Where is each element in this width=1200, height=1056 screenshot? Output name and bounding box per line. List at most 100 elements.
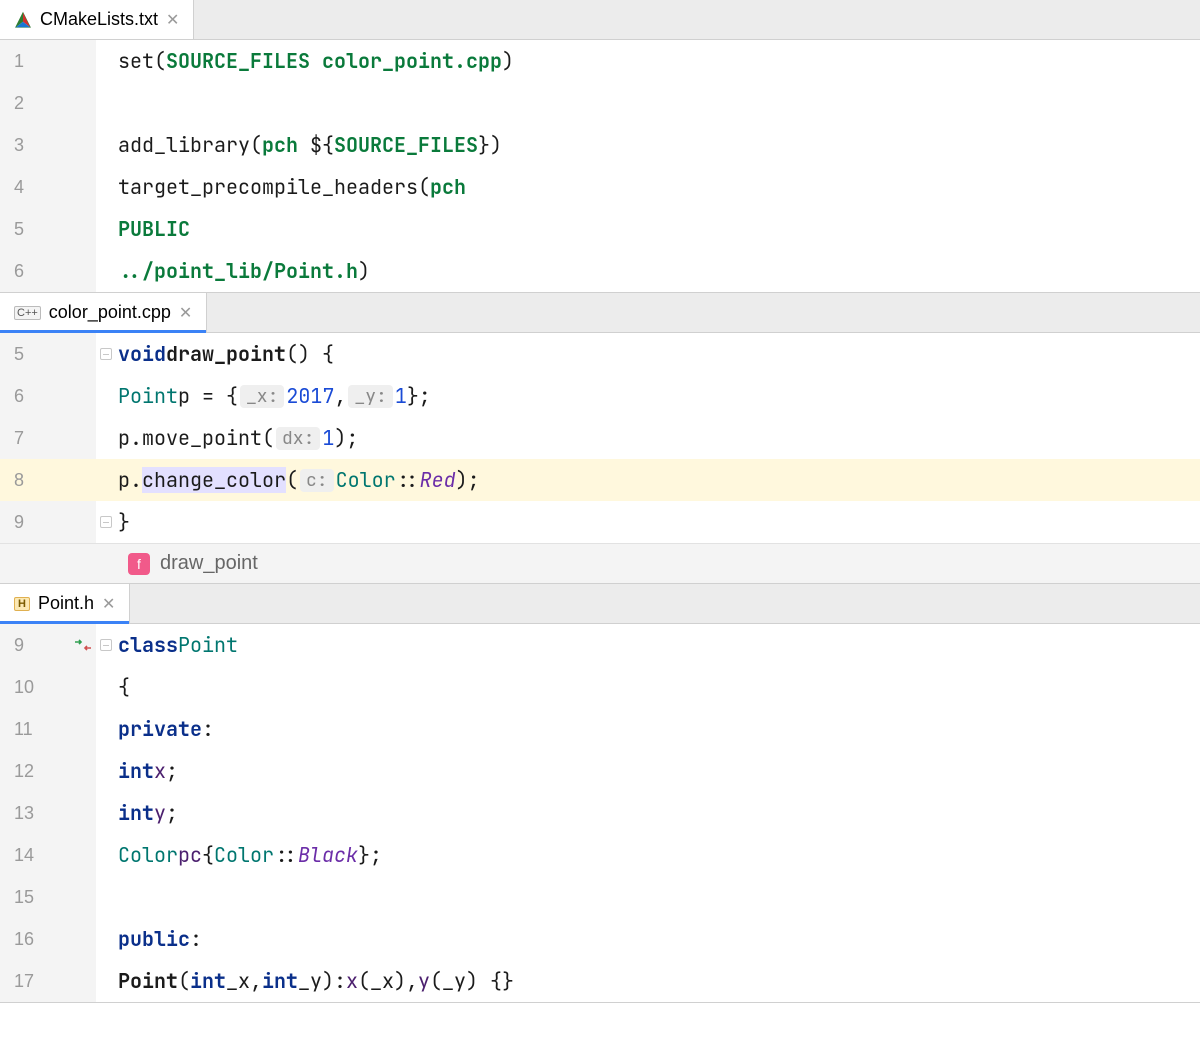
gutter-line-number[interactable]: 12 [0, 750, 96, 792]
code-editor[interactable]: 5void draw_point() {6 Point p = { _x: 20… [0, 333, 1200, 543]
editor-pane-cpp: C++ color_point.cpp ✕ 5 void draw_point()… [0, 293, 1200, 584]
tab-point-h[interactable]: H Point.h ✕ [0, 584, 130, 623]
code-content[interactable]: int x; [116, 750, 1200, 792]
gutter-line-number[interactable]: 10 [0, 666, 96, 708]
fold-column[interactable] [96, 208, 116, 250]
gutter-line-number[interactable]: 16 [0, 918, 96, 960]
gutter-line-number[interactable]: 17 [0, 960, 96, 1002]
code-editor[interactable]: 1 set(SOURCE_FILES color_point.cpp) 23 add_… [0, 40, 1200, 292]
code-content[interactable]: p.move_point( dx: 1); [116, 417, 1200, 459]
code-editor[interactable]: 9class Point10{11private:12 int x;13 int… [0, 624, 1200, 1002]
fold-column[interactable] [96, 960, 116, 1002]
tabbar: CMakeLists.txt ✕ [0, 0, 1200, 40]
gutter-line-number[interactable]: 11 [0, 708, 96, 750]
code-content[interactable]: private: [116, 708, 1200, 750]
gutter-line-number[interactable]: 1 [0, 40, 96, 82]
gutter-line-number[interactable]: 5 [0, 208, 96, 250]
gutter-line-number[interactable]: 15 [0, 876, 96, 918]
code-line[interactable]: 4 target_precompile_headers(pch [0, 166, 1200, 208]
fold-column[interactable] [96, 792, 116, 834]
code-line[interactable]: 6 ../point_lib/Point.h) [0, 250, 1200, 292]
gutter-line-number[interactable]: 6 [0, 250, 96, 292]
code-content[interactable]: Color pc{Color::Black}; [116, 834, 1200, 876]
code-content[interactable]: add_library(pch ${SOURCE_FILES}) [116, 124, 1200, 166]
fold-column[interactable] [96, 124, 116, 166]
breadcrumb[interactable]: f draw_point [0, 543, 1200, 583]
code-line[interactable]: 17 Point(int _x, int _y): x(_x), y(_y) {… [0, 960, 1200, 1002]
fold-column[interactable] [96, 834, 116, 876]
code-line[interactable]: 11 private: [0, 708, 1200, 750]
fold-column[interactable] [96, 459, 116, 501]
code-content[interactable]: class Point [116, 624, 1200, 666]
fold-column[interactable] [96, 166, 116, 208]
code-content[interactable]: ../point_lib/Point.h) [116, 250, 1200, 292]
tabbar: C++ color_point.cpp ✕ [0, 293, 1200, 333]
code-line[interactable]: 9} [0, 501, 1200, 543]
gutter-line-number[interactable]: 6 [0, 375, 96, 417]
code-content[interactable] [116, 876, 1200, 918]
code-content[interactable]: PUBLIC [116, 208, 1200, 250]
code-line[interactable]: 2 [0, 82, 1200, 124]
fold-column[interactable] [96, 876, 116, 918]
code-line[interactable]: 6 Point p = { _x: 2017, _y: 1}; [0, 375, 1200, 417]
code-content[interactable]: Point p = { _x: 2017, _y: 1}; [116, 375, 1200, 417]
code-line[interactable]: 14 Color pc{Color::Black}; [0, 834, 1200, 876]
fold-column[interactable] [96, 708, 116, 750]
gutter-line-number[interactable]: 13 [0, 792, 96, 834]
code-line[interactable]: 8 p.change_color( c: Color::Red); [0, 459, 1200, 501]
fold-column[interactable] [96, 624, 116, 666]
code-content[interactable] [116, 82, 1200, 124]
close-icon[interactable]: ✕ [166, 10, 179, 30]
code-line[interactable]: 5 void draw_point() { [0, 333, 1200, 375]
code-content[interactable]: void draw_point() { [116, 333, 1200, 375]
fold-column[interactable] [96, 333, 116, 375]
code-content[interactable]: p.change_color( c: Color::Red); [116, 459, 1200, 501]
code-content[interactable]: public: [116, 918, 1200, 960]
fold-column[interactable] [96, 918, 116, 960]
fold-column[interactable] [96, 501, 116, 543]
code-line[interactable]: 9 class Point [0, 624, 1200, 666]
code-line[interactable]: 3 add_library(pch ${SOURCE_FILES}) [0, 124, 1200, 166]
close-icon[interactable]: ✕ [102, 594, 115, 614]
cmake-icon [14, 11, 32, 29]
code-content[interactable]: { [116, 666, 1200, 708]
fold-column[interactable] [96, 40, 116, 82]
code-content[interactable]: set(SOURCE_FILES color_point.cpp) [116, 40, 1200, 82]
gutter-line-number[interactable]: 4 [0, 166, 96, 208]
fold-close-icon[interactable] [100, 516, 112, 528]
code-line[interactable]: 15 [0, 876, 1200, 918]
code-content[interactable]: } [116, 501, 1200, 543]
fold-column[interactable] [96, 375, 116, 417]
breadcrumb-label: draw_point [160, 552, 258, 575]
fold-column[interactable] [96, 750, 116, 792]
tab-label: Point.h [38, 593, 94, 614]
gutter-line-number[interactable]: 5 [0, 333, 96, 375]
close-icon[interactable]: ✕ [179, 303, 192, 323]
code-line[interactable]: 12 int x; [0, 750, 1200, 792]
code-line[interactable]: 10 { [0, 666, 1200, 708]
tab-color-point[interactable]: C++ color_point.cpp ✕ [0, 293, 207, 332]
fold-column[interactable] [96, 82, 116, 124]
code-content[interactable]: int y; [116, 792, 1200, 834]
gutter-line-number[interactable]: 2 [0, 82, 96, 124]
fold-column[interactable] [96, 250, 116, 292]
fold-column[interactable] [96, 666, 116, 708]
code-line[interactable]: 16 public: [0, 918, 1200, 960]
code-line[interactable]: 13 int y; [0, 792, 1200, 834]
gutter-line-number[interactable]: 9 [0, 624, 96, 666]
fold-column[interactable] [96, 417, 116, 459]
fold-open-icon[interactable] [100, 348, 112, 360]
code-content[interactable]: Point(int _x, int _y): x(_x), y(_y) {} [116, 960, 1200, 1002]
tab-cmakelists[interactable]: CMakeLists.txt ✕ [0, 0, 194, 39]
code-line[interactable]: 5 PUBLIC [0, 208, 1200, 250]
gutter-line-number[interactable]: 14 [0, 834, 96, 876]
gutter-line-number[interactable]: 3 [0, 124, 96, 166]
code-line[interactable]: 1 set(SOURCE_FILES color_point.cpp) [0, 40, 1200, 82]
vcs-changed-icon [74, 638, 92, 652]
fold-open-icon[interactable] [100, 639, 112, 651]
code-content[interactable]: target_precompile_headers(pch [116, 166, 1200, 208]
gutter-line-number[interactable]: 8 [0, 459, 96, 501]
gutter-line-number[interactable]: 7 [0, 417, 96, 459]
code-line[interactable]: 7 p.move_point( dx: 1); [0, 417, 1200, 459]
gutter-line-number[interactable]: 9 [0, 501, 96, 543]
